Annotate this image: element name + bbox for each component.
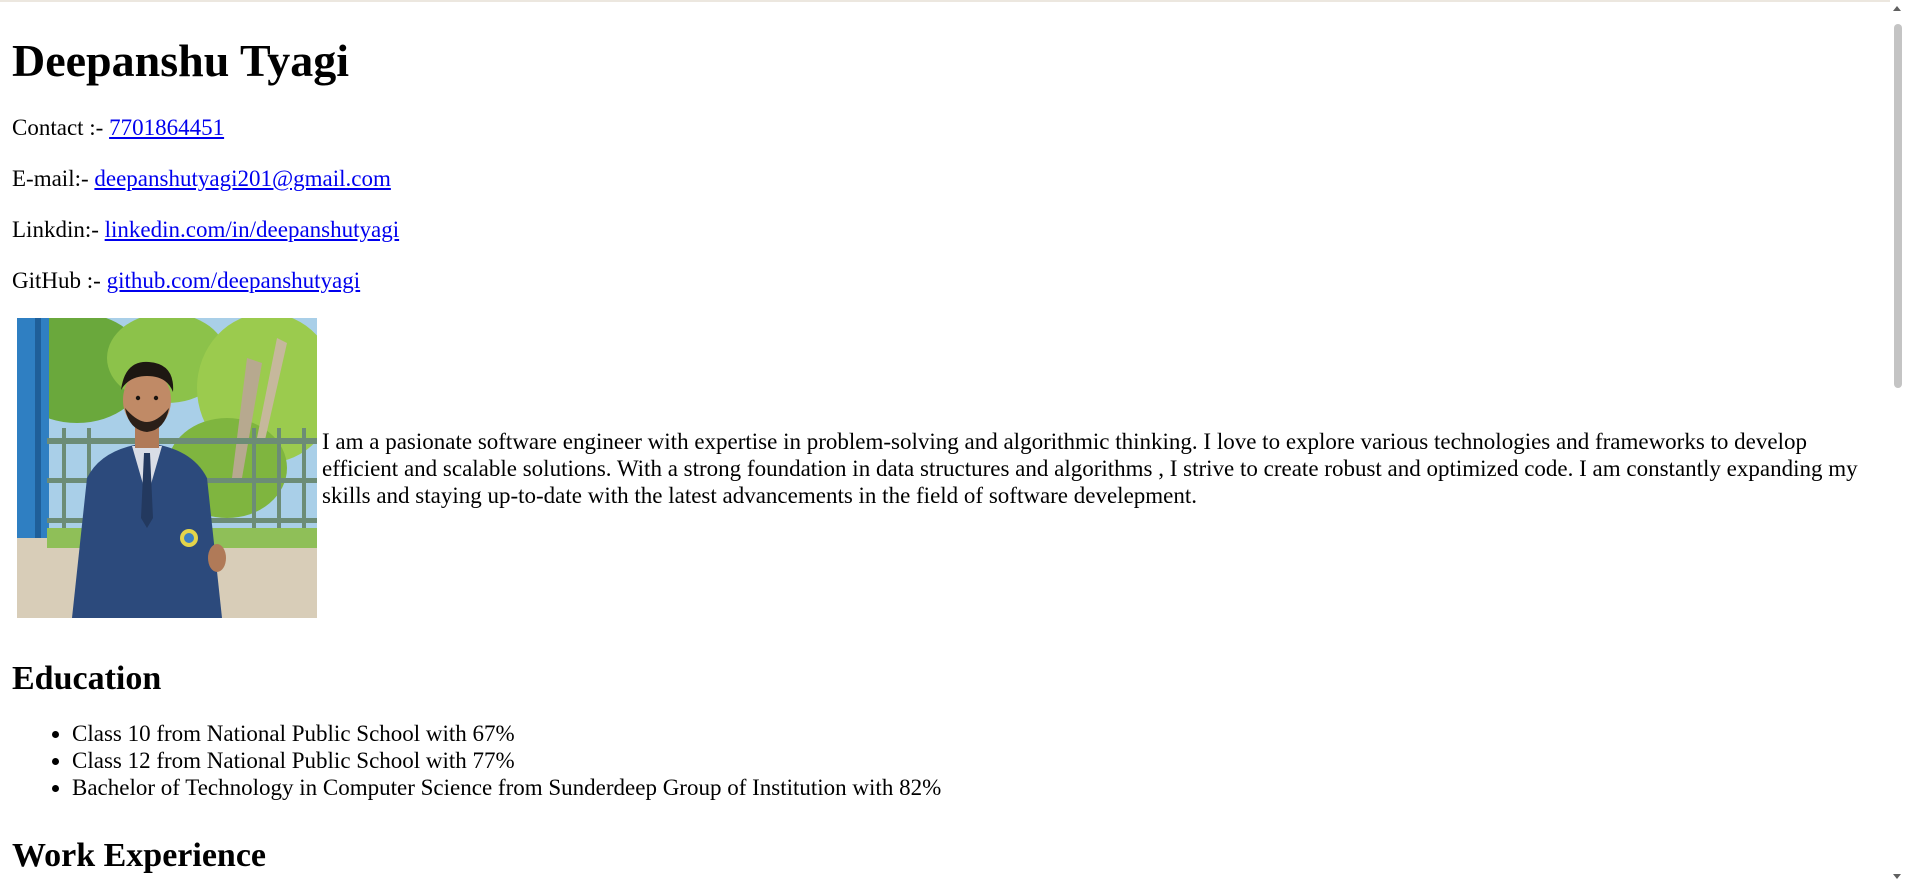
scroll-down-arrow-icon[interactable] [1893,874,1901,879]
profile-photo [17,318,317,618]
page-title: Deepanshu Tyagi [12,35,350,86]
vertical-scrollbar[interactable] [1890,0,1905,887]
education-item: Class 12 from National Public School wit… [72,747,1882,774]
contact-github-line: GitHub :- github.com/deepanshutyagi [12,267,1882,294]
education-list: Class 10 from National Public School wit… [12,720,1882,801]
about-section: I am a pasionate software engineer with … [12,318,1882,618]
contact-linkedin-label: Linkdin:- [12,217,105,242]
contact-email-label: E-mail:- [12,166,95,191]
contact-phone-label: Contact :- [12,115,110,140]
contact-email-line: E-mail:- deepanshutyagi201@gmail.com [12,165,1882,192]
resume-page: Deepanshu Tyagi Contact :- 7701864451 E-… [12,6,1882,887]
browser-top-edge [0,0,1905,2]
work-experience-heading: Work Experience [12,837,267,874]
contact-phone-link[interactable]: 7701864451 [109,115,224,140]
education-item: Bachelor of Technology in Computer Scien… [72,774,1882,801]
contact-linkedin-line: Linkdin:- linkedin.com/in/deepanshutyagi [12,216,1882,243]
education-heading: Education [12,660,162,697]
about-text: I am a pasionate software engineer with … [322,428,1858,508]
scroll-up-arrow-icon[interactable] [1893,6,1901,11]
contact-email-link[interactable]: deepanshutyagi201@gmail.com [94,166,390,191]
scrollbar-thumb[interactable] [1894,24,1902,388]
contact-github-link[interactable]: github.com/deepanshutyagi [107,268,361,293]
contact-linkedin-link[interactable]: linkedin.com/in/deepanshutyagi [105,217,399,242]
contact-github-label: GitHub :- [12,268,107,293]
education-item: Class 10 from National Public School wit… [72,720,1882,747]
contact-phone-line: Contact :- 7701864451 [12,114,1882,141]
